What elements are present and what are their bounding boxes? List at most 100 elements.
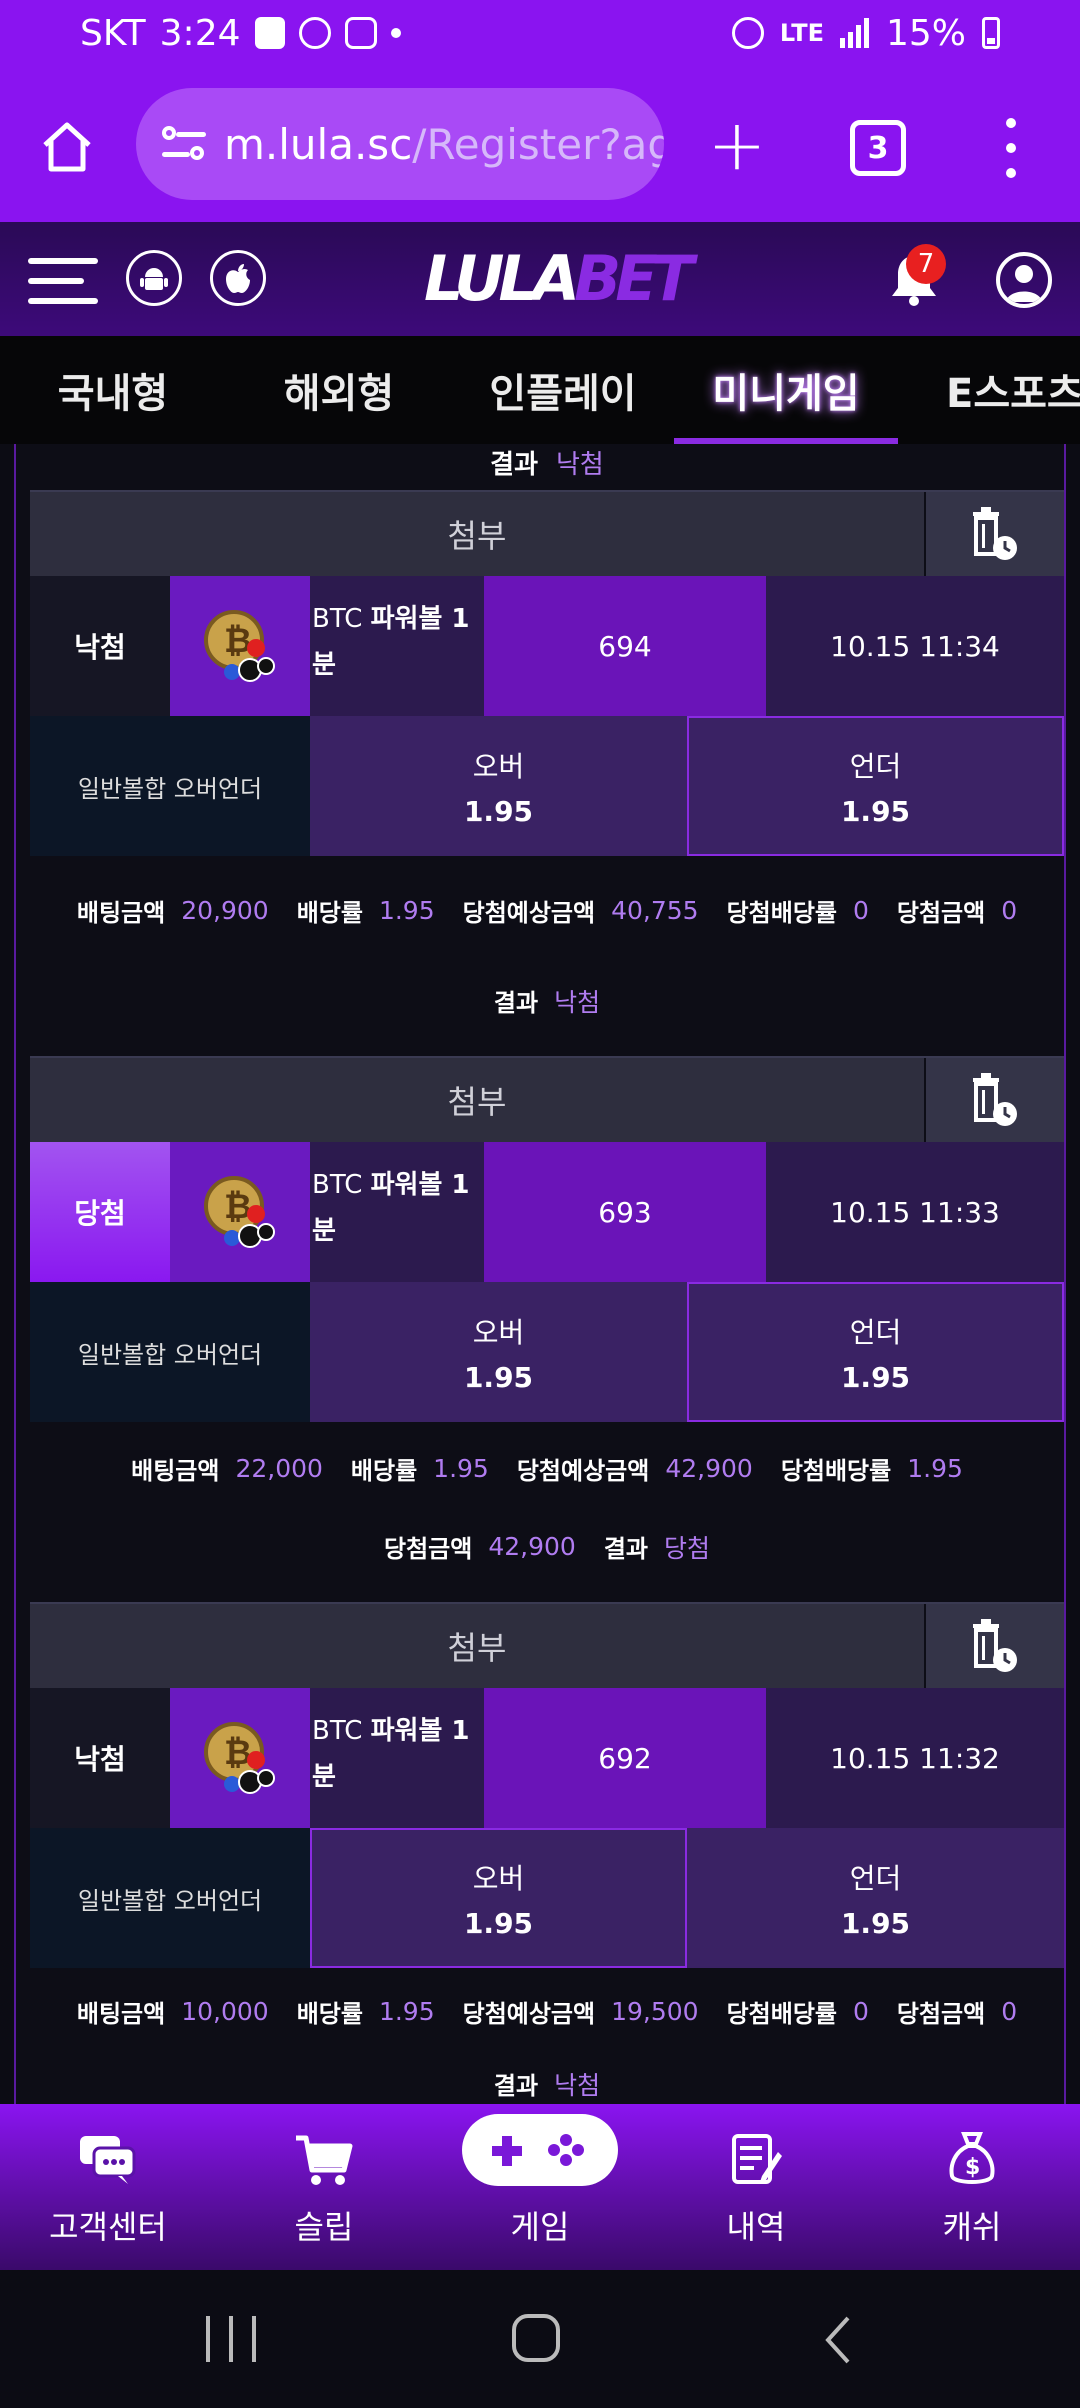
bet-details: 배팅금액 22,000 배당률 1.95 당첨예상금액 42,900 당첨배당률 1.9… [30, 1422, 1064, 1594]
tab-label: 미니게임 [712, 371, 860, 417]
expected-amount: 40,755 [611, 896, 699, 926]
android-app-button[interactable] [126, 250, 182, 306]
expected-amount: 19,500 [611, 1997, 699, 2027]
more-notifications-dot [390, 28, 401, 38]
signal-icon [839, 18, 869, 48]
expected-label: 당첨예상금액 [462, 2000, 596, 2029]
tab-overseas[interactable]: 해외형 [226, 336, 452, 444]
tab-inplay[interactable]: 인플레이 [452, 336, 674, 444]
attach-label: 첨부 [447, 1629, 507, 1667]
user-icon [1006, 265, 1042, 302]
previous-result: 결과 낙첨 [30, 444, 1064, 482]
attach-button[interactable]: 첨부 [30, 1604, 924, 1688]
nav-customer-center[interactable]: 고객센터 [0, 2104, 216, 2270]
result-value: 낙첨 [554, 2070, 601, 2100]
tab-minigame[interactable]: 미니게임 [674, 336, 898, 444]
option-under-selected[interactable]: 언더 1.95 [687, 716, 1064, 856]
browser-menu-button[interactable] [996, 118, 1026, 178]
b-app-icon [254, 17, 285, 49]
nav-history[interactable]: 내역 [648, 2104, 864, 2270]
delete-button[interactable] [924, 1604, 1064, 1688]
chat-icon [80, 2136, 136, 2184]
new-tab-button[interactable]: + [706, 110, 768, 184]
win-odds-label: 당첨배당률 [780, 1457, 892, 1486]
market-name: 일반볼합 오버언더 [30, 1282, 310, 1422]
option-under[interactable]: 언더 1.95 [687, 1828, 1064, 1968]
round-text: 692 [598, 1741, 652, 1775]
tab-domestic[interactable]: 국내형 [0, 336, 226, 444]
bet-amount-label: 배팅금액 [76, 2000, 166, 2029]
bottom-navigation: 고객센터 슬립 게임 내역 $ 캐쉬 [0, 2104, 1080, 2270]
bet-amount-label: 배팅금액 [131, 1457, 220, 1486]
time-text: 10.15 11:33 [830, 1195, 1000, 1229]
bet-status: 낙첨 [30, 1688, 170, 1828]
site-settings-icon[interactable] [162, 124, 206, 164]
odds-value: 1.95 [378, 1997, 435, 2027]
game-name-text: BTC 파워볼 1분 [312, 1170, 470, 1246]
win-amount: 0 [1001, 896, 1018, 926]
nav-label: 캐쉬 [942, 2208, 1002, 2246]
bet-card: 첨부 낙첨 ₿ BTC 파워볼 1분 692 10.15 11:32 일반볼합 … [30, 1602, 1064, 2104]
nav-game[interactable]: 게임 [432, 2104, 648, 2270]
alarm-icon [731, 17, 764, 49]
option-odds: 1.95 [840, 794, 911, 828]
network-type: LTE [779, 19, 824, 47]
attach-label: 첨부 [447, 517, 507, 555]
delete-button[interactable] [924, 492, 1064, 576]
browser-toolbar: m.lula.sc/Register?ag + 3 [0, 66, 1080, 222]
bet-card: 첨부 당첨 ₿ BTC 파워볼 1분 693 10.15 11:33 일반볼합 … [30, 1056, 1064, 1594]
win-amount-label: 당첨금액 [896, 2000, 986, 2029]
result-label: 결과 [493, 989, 539, 1018]
option-odds: 1.95 [463, 1906, 534, 1940]
recent-apps-button[interactable] [206, 2316, 256, 2362]
hamburger-menu-icon[interactable] [28, 258, 98, 304]
nav-slip[interactable]: 슬립 [216, 2104, 432, 2270]
option-over[interactable]: 오버 1.95 [310, 1282, 687, 1422]
game-name: BTC 파워볼 1분 [310, 1142, 484, 1282]
bitcoin-powerball-icon: ₿ [204, 610, 275, 682]
nav-cash[interactable]: $ 캐쉬 [864, 2104, 1080, 2270]
notification-badge: 7 [906, 244, 946, 284]
ad-blocker-icon [344, 17, 377, 49]
bet-status: 낙첨 [30, 576, 170, 716]
tab-esports[interactable]: E스포츠 [898, 336, 1080, 444]
tab-switcher-button[interactable]: 3 [850, 120, 906, 176]
market-text: 일반볼합 오버언더 [77, 1886, 263, 1915]
site-logo[interactable]: LULABET [424, 242, 694, 315]
option-over[interactable]: 오버 1.95 [310, 716, 687, 856]
android-icon [140, 268, 168, 290]
back-icon[interactable] [822, 2314, 854, 2366]
attach-button[interactable]: 첨부 [30, 1058, 924, 1142]
address-bar[interactable]: m.lula.sc/Register?ag [136, 88, 664, 200]
game-name: BTC 파워볼 1분 [310, 1688, 484, 1828]
option-name: 언더 [849, 1861, 902, 1895]
ios-app-button[interactable] [210, 250, 266, 306]
home-button[interactable] [30, 110, 104, 184]
option-odds: 1.95 [840, 1906, 911, 1940]
option-under-selected[interactable]: 언더 1.95 [687, 1282, 1064, 1422]
notification-count: 7 [917, 249, 935, 279]
odds-value: 1.95 [433, 1454, 489, 1484]
home-nav-button[interactable] [512, 2314, 560, 2362]
attach-button[interactable]: 첨부 [30, 492, 924, 576]
win-amount-label: 당첨금액 [384, 1535, 473, 1564]
result-value: 당첨 [663, 1533, 710, 1563]
round-text: 693 [598, 1195, 652, 1229]
delete-button[interactable] [924, 1058, 1064, 1142]
result-label: 결과 [493, 2072, 539, 2101]
win-amount: 0 [1001, 1997, 1018, 2027]
expected-amount: 42,900 [665, 1454, 753, 1484]
tab-count: 3 [867, 130, 889, 166]
tab-label: 국내형 [57, 371, 169, 417]
bet-status: 당첨 [30, 1142, 170, 1282]
svg-text:₿: ₿ [224, 1187, 252, 1227]
expected-label: 당첨예상금액 [462, 899, 596, 928]
option-over-selected[interactable]: 오버 1.95 [310, 1828, 687, 1968]
bitcoin-powerball-icon: ₿ [204, 1722, 275, 1794]
history-icon [732, 2134, 782, 2184]
user-profile-button[interactable] [996, 252, 1052, 308]
apple-icon [226, 264, 250, 293]
bet-history-list[interactable]: 결과 낙첨 첨부 낙첨 ₿ BTC 파워볼 1분 694 10.15 11:34 [14, 444, 1066, 2104]
bet-details: 배팅금액 20,900 배당률 1.95 당첨예상금액 40,755 당첨배당률 0 당… [30, 856, 1064, 1056]
game-name: BTC 파워볼 1분 [310, 576, 484, 716]
